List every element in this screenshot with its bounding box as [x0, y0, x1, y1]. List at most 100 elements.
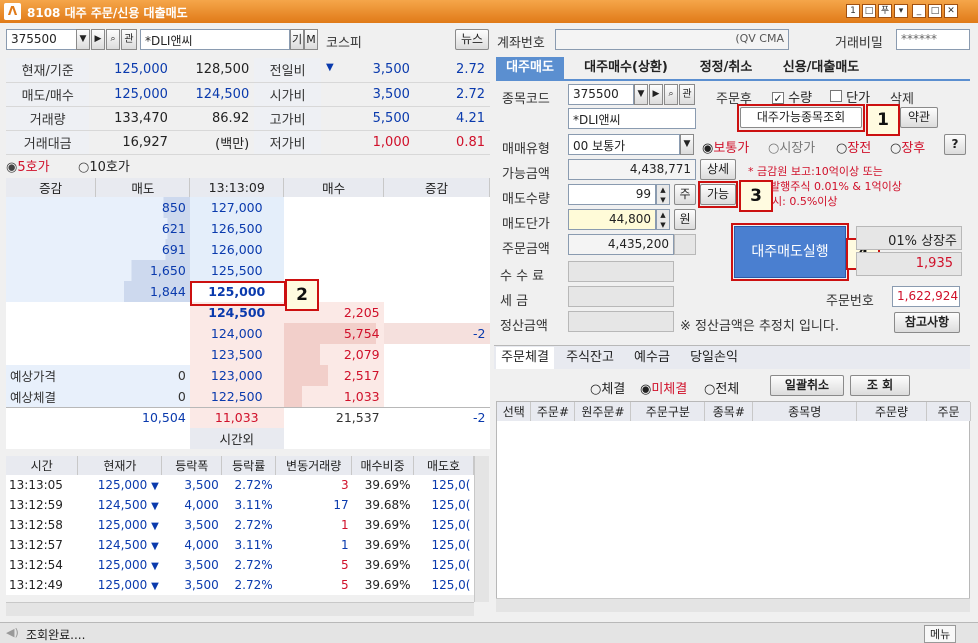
query-button[interactable]: 조 회: [850, 375, 910, 396]
tab-credit-loan-sell[interactable]: 신용/대출매도: [766, 57, 876, 79]
tab-short-sell[interactable]: 대주매도: [496, 57, 564, 79]
expected-volume-label: 예상체결: [6, 386, 96, 407]
bid-row: 예상가격 0 123,000 2,517: [6, 365, 490, 386]
total-diff: 11,033: [189, 407, 284, 428]
bid-price[interactable]: 122,500: [189, 386, 284, 407]
radio-unfilled[interactable]: ◉미체결: [640, 378, 687, 397]
radio-market[interactable]: ○시장가: [768, 137, 815, 156]
tick-vol: 17: [333, 498, 349, 512]
window-pin-button[interactable]: 푸: [878, 4, 892, 18]
tab-order-fills[interactable]: 주문체결: [496, 347, 554, 369]
tick-ask: 125,0(: [431, 578, 471, 592]
stock-name-input[interactable]: *DLI앤씨: [140, 29, 290, 50]
col-stock-name: 종목명: [752, 402, 858, 421]
search-icon[interactable]: ⌕: [664, 84, 678, 105]
search-icon[interactable]: ⌕: [106, 29, 120, 50]
depth-10-radio[interactable]: ○10호가: [78, 156, 130, 175]
tick-ask: 125,0(: [431, 558, 471, 572]
base-price: 128,500: [172, 58, 255, 83]
close-button[interactable]: ✕: [944, 4, 958, 18]
bid-price[interactable]: 123,000: [189, 365, 284, 386]
ask-row: 621 126,500: [6, 218, 490, 239]
orders-hscrollbar[interactable]: [496, 598, 970, 612]
order-type-select[interactable]: 00 보통가: [568, 134, 680, 155]
play-icon[interactable]: ▶: [91, 29, 105, 50]
code-label: 종목코드: [502, 92, 550, 107]
ask-price[interactable]: 126,500: [189, 218, 284, 239]
qty-stepper[interactable]: ▲ ▼: [656, 184, 670, 205]
interest-icon[interactable]: 관: [121, 29, 137, 50]
trade-value: 16,927: [89, 130, 173, 155]
menu-button[interactable]: 메뉴: [924, 625, 957, 643]
chevron-down-icon[interactable]: ▼: [76, 29, 90, 50]
tab-stock-balance[interactable]: 주식잔고: [558, 347, 622, 369]
col-order-no: 주문#: [530, 402, 576, 421]
cancel-all-button[interactable]: 일괄취소: [770, 375, 844, 396]
radio-pre-market[interactable]: ○장전: [836, 137, 871, 156]
quote-label-2: 고가비: [254, 106, 321, 131]
depth-5-radio[interactable]: ◉5호가: [6, 156, 50, 175]
radio-post-market[interactable]: ○장후: [890, 137, 925, 156]
password-field[interactable]: ******: [896, 29, 970, 50]
order-code-input[interactable]: 375500: [568, 84, 634, 105]
ask-qty: 1,844: [95, 281, 190, 302]
bid-price[interactable]: 124,000: [189, 323, 284, 344]
bid-change: [384, 365, 490, 386]
news-button[interactable]: 뉴스: [455, 29, 489, 50]
tick-change: 4,000: [184, 538, 219, 552]
window-menu-button[interactable]: ▾: [894, 4, 908, 18]
ask-price[interactable]: 127,000: [189, 197, 284, 218]
tick-change: 3,500: [184, 478, 219, 492]
tab-modify-cancel[interactable]: 정정/취소: [688, 57, 764, 79]
order-number-label: 주문번호: [826, 294, 874, 309]
tab-daily-pnl[interactable]: 당일손익: [682, 347, 746, 369]
detail-button[interactable]: 상세: [700, 159, 736, 180]
ask-price[interactable]: 126,000: [189, 239, 284, 260]
notice-line-1: * 금감원 보고:10억이상 또는: [748, 165, 883, 178]
tick-scrollbar[interactable]: [474, 456, 489, 602]
help-button[interactable]: ?: [944, 134, 966, 155]
tick-row: 13:12:59 124,500 ▼ 4,000 3.11% 17 39.68% 125,0…: [6, 495, 474, 515]
sell-price-input[interactable]: 44,800: [568, 209, 656, 230]
minimize-button[interactable]: _: [912, 4, 926, 18]
sell-price-label: 매도단가: [502, 217, 550, 232]
terms-button[interactable]: 약관: [900, 107, 938, 128]
open-rate: 2.72: [414, 82, 490, 107]
col-stock-no: 종목#: [704, 402, 754, 421]
col-change: 등락폭: [161, 456, 223, 475]
account-number-field[interactable]: (QV CMA: [555, 29, 789, 50]
window-copy-button[interactable]: □: [862, 4, 876, 18]
stock-code-input[interactable]: 375500: [6, 29, 78, 50]
chevron-down-icon[interactable]: ▼: [680, 134, 694, 155]
quote-label-2: 시가비: [254, 82, 321, 107]
bid-change: [384, 386, 490, 407]
reference-button[interactable]: 참고사항: [894, 312, 960, 333]
window-number-button[interactable]: 1: [846, 4, 860, 18]
tick-header: 시간 현재가 등락폭 등락률 변동거래량 매수비중 매도호: [6, 456, 474, 475]
expected-volume-value: 0: [95, 386, 190, 407]
tick-time: 13:12:57: [9, 538, 63, 552]
maximize-button[interactable]: □: [928, 4, 942, 18]
bid-price[interactable]: 123,500: [189, 344, 284, 365]
play-icon[interactable]: ▶: [649, 84, 663, 105]
interest-icon[interactable]: 관: [679, 84, 695, 105]
volume: 133,470: [89, 106, 173, 131]
orderbook-table: 증감 매도 13:13:09 매수 증감 850 127,000 621 126,5…: [6, 178, 490, 449]
after-hours-label[interactable]: 시간외: [189, 428, 284, 449]
ask-price[interactable]: 125,500: [189, 260, 284, 281]
radio-filled[interactable]: ○체결: [590, 378, 625, 397]
order-amount-field: 4,435,200: [568, 234, 674, 255]
tick-change: 3,500: [184, 558, 219, 572]
radio-all[interactable]: ○전체: [704, 378, 739, 397]
chevron-down-icon[interactable]: ▼: [634, 84, 648, 105]
open-diff: 3,500: [320, 82, 415, 107]
unfilled-orders-grid[interactable]: 선택 주문# 원주문# 주문구분 종목# 종목명 주문량 주문: [496, 401, 972, 601]
price-stepper[interactable]: ▲ ▼: [656, 209, 670, 230]
tab-deposit[interactable]: 예수금: [624, 347, 680, 369]
radio-normal[interactable]: ◉보통가: [702, 137, 749, 156]
tab-short-buy[interactable]: 대주매수(상환): [566, 57, 686, 79]
expected-price-label: 예상가격: [6, 365, 96, 386]
tick-hscrollbar[interactable]: [6, 602, 474, 616]
sell-qty-input[interactable]: 99: [568, 184, 656, 205]
tick-price: 125,000: [97, 578, 148, 592]
